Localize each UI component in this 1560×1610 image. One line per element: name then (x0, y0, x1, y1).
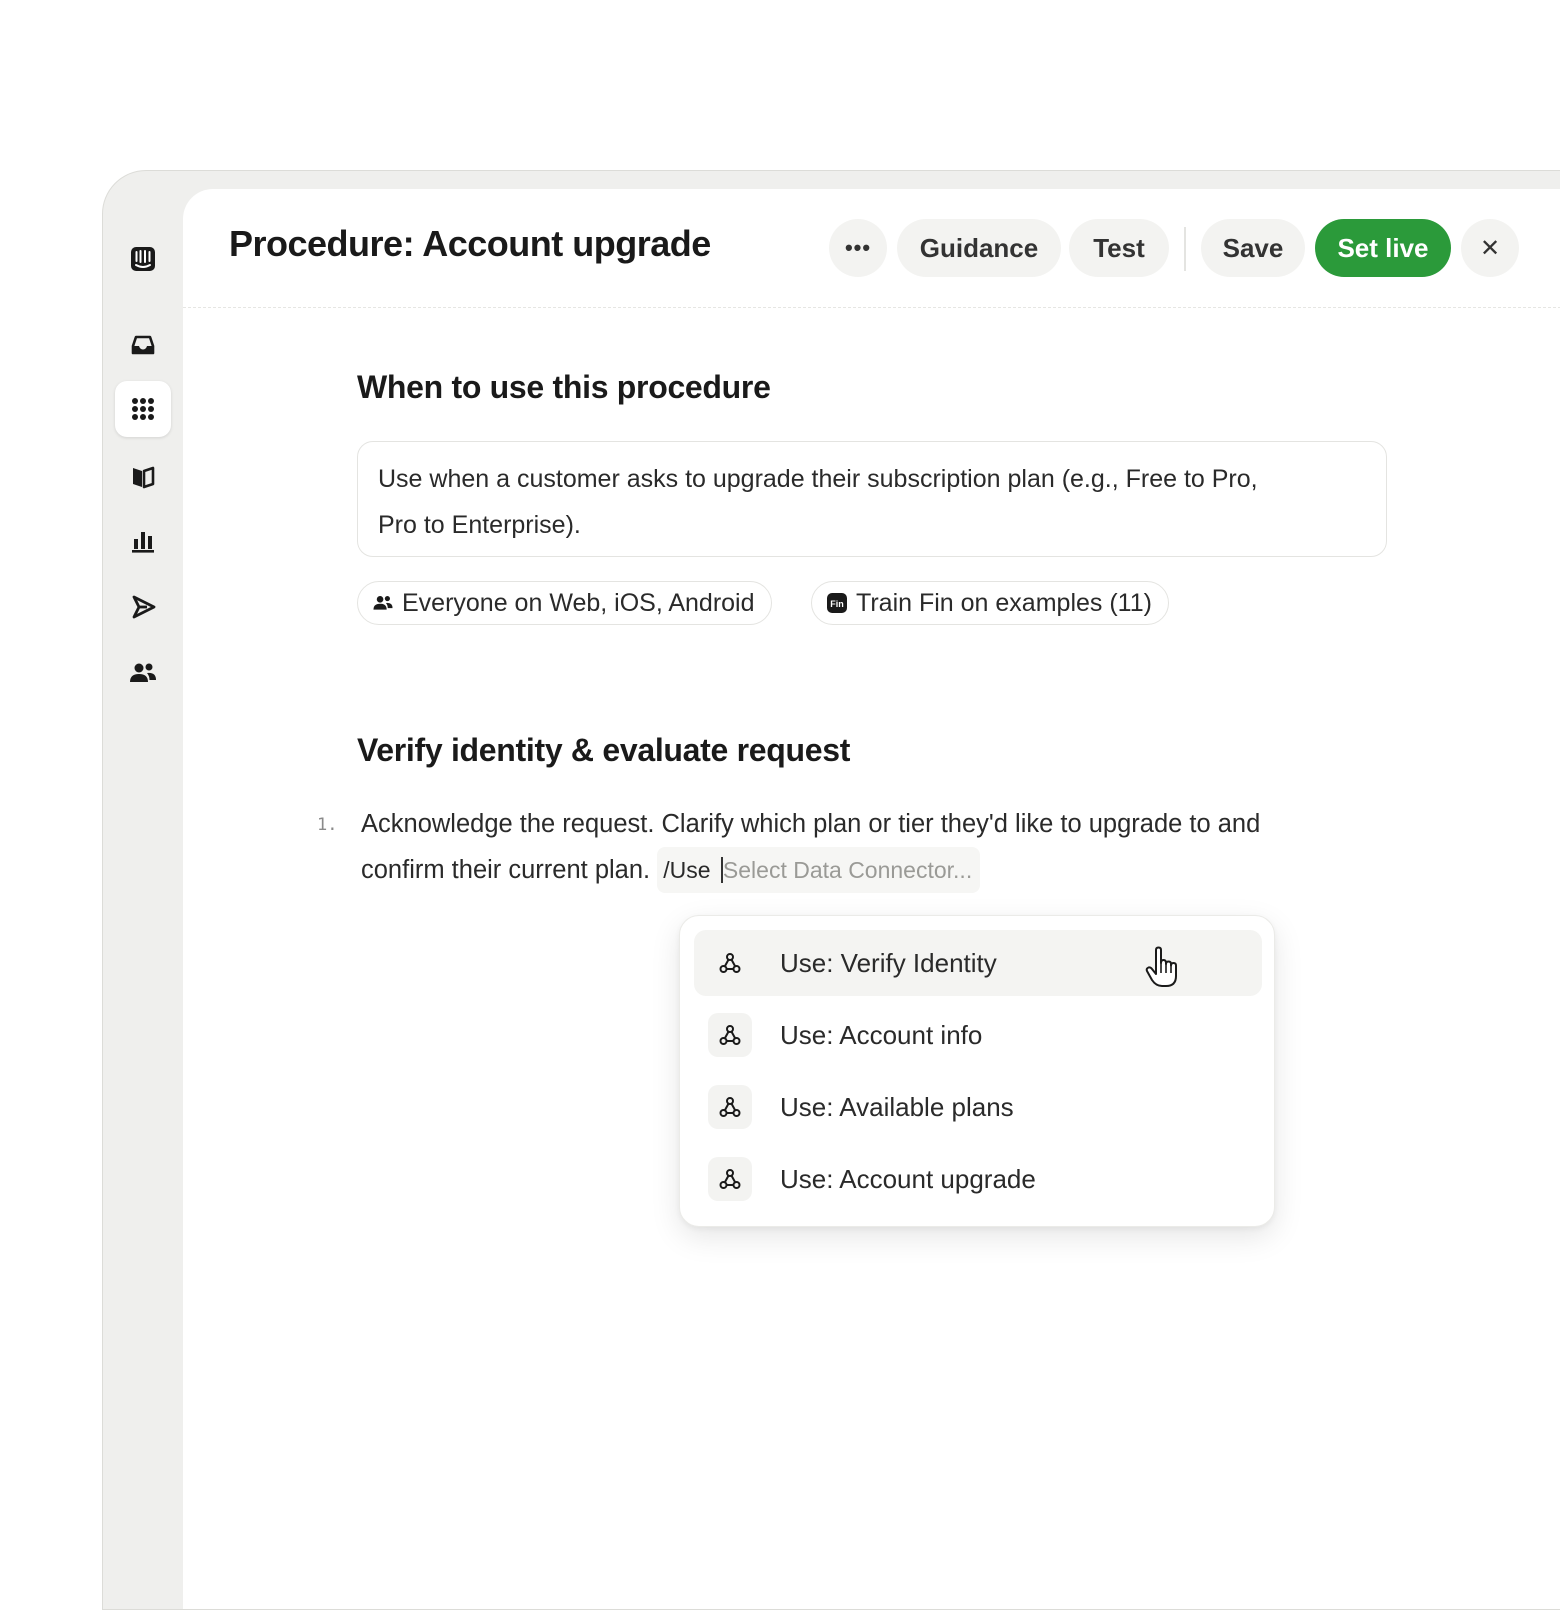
apps-grid-icon[interactable] (115, 381, 171, 437)
step-number: 1. (317, 815, 338, 835)
command-placeholder: Select Data Connector... (722, 857, 973, 883)
dropdown-item-label: Use: Verify Identity (780, 947, 997, 978)
page-title: Procedure: Account upgrade (229, 223, 711, 264)
svg-text:Fin: Fin (830, 599, 844, 609)
hand-pointer-icon (1145, 946, 1177, 987)
dropdown-item-label: Use: Account info (780, 1019, 983, 1050)
inbox-icon[interactable] (115, 317, 171, 373)
dropdown-item-label: Use: Available plans (780, 1091, 1014, 1122)
people-icon (373, 596, 393, 610)
step-line-2: confirm their current plan. /Use Select … (361, 847, 1381, 893)
left-nav-rail (103, 171, 183, 1609)
dropdown-item-label: Use: Account upgrade (780, 1163, 1036, 1194)
slash-command-input[interactable]: /Use Select Data Connector... (657, 847, 981, 893)
webhook-icon (708, 1085, 752, 1129)
train-fin-chip[interactable]: Fin Train Fin on examples (11) (811, 581, 1169, 625)
dropdown-item-available-plans[interactable]: Use: Available plans (694, 1074, 1262, 1140)
step-text[interactable]: Acknowledge the request. Clarify which p… (361, 801, 1381, 893)
description-line-2: Pro to Enterprise). (378, 511, 581, 539)
dropdown-item-account-upgrade[interactable]: Use: Account upgrade (694, 1146, 1262, 1212)
description-line-1: Use when a customer asks to upgrade thei… (378, 465, 1258, 493)
app-logo-icon[interactable] (115, 231, 171, 287)
close-icon[interactable]: ✕ (1461, 219, 1519, 277)
description-input[interactable]: Use when a customer asks to upgrade thei… (357, 441, 1387, 557)
procedure-editor-panel: Procedure: Account upgrade ••• Guidance … (183, 189, 1560, 1609)
dropdown-item-account-info[interactable]: Use: Account info (694, 1002, 1262, 1068)
bar-chart-icon[interactable] (115, 513, 171, 569)
set-live-button[interactable]: Set live (1315, 219, 1451, 277)
train-fin-chip-label: Train Fin on examples (11) (856, 588, 1152, 617)
data-connector-dropdown: Use: Verify Identity Use: Account info U… (679, 915, 1275, 1227)
book-icon[interactable] (115, 449, 171, 505)
audience-chip[interactable]: Everyone on Web, iOS, Android (357, 581, 772, 625)
dropdown-item-verify-identity[interactable]: Use: Verify Identity (694, 930, 1262, 996)
people-icon[interactable] (115, 645, 171, 701)
step-line-2-text: confirm their current plan. (361, 856, 651, 884)
command-text: /Use (663, 857, 711, 883)
verify-section-title: Verify identity & evaluate request (357, 732, 851, 768)
more-options-button[interactable]: ••• (829, 219, 887, 277)
when-section-title: When to use this procedure (357, 369, 771, 405)
audience-chip-label: Everyone on Web, iOS, Android (402, 588, 755, 617)
toolbar-divider (1184, 227, 1186, 271)
editor-header: Procedure: Account upgrade ••• Guidance … (183, 189, 1560, 308)
webhook-icon (708, 1157, 752, 1201)
test-button[interactable]: Test (1069, 219, 1169, 277)
app-window: Procedure: Account upgrade ••• Guidance … (102, 170, 1560, 1610)
webhook-icon (708, 1013, 752, 1057)
webhook-icon (708, 941, 752, 985)
send-icon[interactable] (115, 579, 171, 635)
fin-logo-icon: Fin (827, 593, 847, 613)
guidance-button[interactable]: Guidance (897, 219, 1061, 277)
save-button[interactable]: Save (1201, 219, 1305, 277)
step-line-1: Acknowledge the request. Clarify which p… (361, 810, 1261, 838)
